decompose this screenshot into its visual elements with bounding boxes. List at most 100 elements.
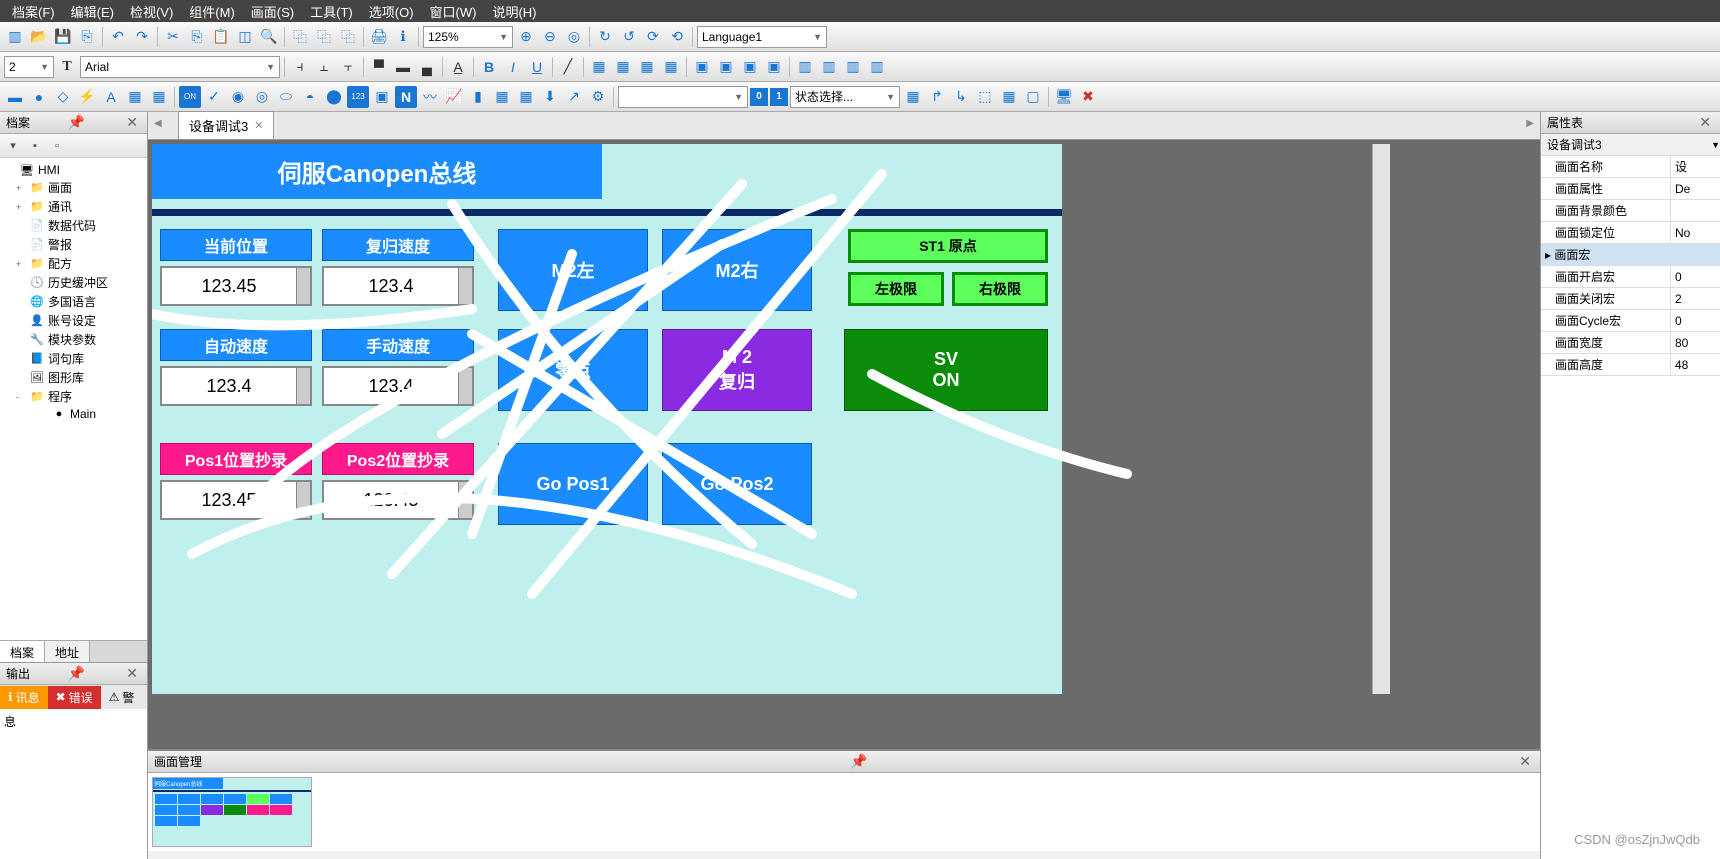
output-tab-message[interactable]: ℹ讯息	[0, 686, 48, 709]
menu-view[interactable]: 检视(V)	[122, 2, 181, 21]
project-tree[interactable]: 🖥HMI+📁画面+📁通讯📄数据代码📄警报+📁配方🕓历史缓冲区🌐多国语言👤账号设定…	[0, 158, 147, 640]
alignhr-icon[interactable]: ⫟	[337, 56, 359, 78]
comp2-icon[interactable]: ◓	[299, 86, 321, 108]
grid-icon[interactable]: ▦	[148, 86, 170, 108]
state0-icon[interactable]: 0	[750, 88, 768, 106]
fontsize-combo[interactable]: 2▼	[4, 56, 54, 78]
display-pos2[interactable]: 123.45	[322, 480, 474, 520]
btn-pos2-copy[interactable]: Pos2位置抄录	[322, 443, 474, 475]
pin-icon[interactable]: 📌	[847, 753, 870, 770]
tree-item-数据代码[interactable]: 📄数据代码	[2, 216, 145, 235]
group3-icon[interactable]: ▦	[636, 56, 658, 78]
tree-item-模块参数[interactable]: 🔧模块参数	[2, 330, 145, 349]
text-icon[interactable]: A	[100, 86, 122, 108]
t5-icon[interactable]: ▢	[1022, 86, 1044, 108]
display-pos1[interactable]: 123.45	[160, 480, 312, 520]
lightning-icon[interactable]: ⚡	[76, 86, 98, 108]
underline-icon[interactable]: U	[526, 56, 548, 78]
btn-zero[interactable]: 零点	[498, 329, 648, 411]
sync2-icon[interactable]: ⟲	[666, 26, 688, 48]
tree-item-程序[interactable]: -📁程序	[2, 387, 145, 406]
close-icon[interactable]: ✕	[1516, 753, 1534, 770]
menu-window[interactable]: 窗口(W)	[422, 2, 485, 21]
slider-icon[interactable]: ▦	[515, 86, 537, 108]
wave-icon[interactable]: 〰	[419, 86, 441, 108]
menu-option[interactable]: 选项(O)	[361, 2, 422, 21]
layer4-icon[interactable]: ▣	[763, 56, 785, 78]
bar-icon[interactable]: ▮	[467, 86, 489, 108]
display-curpos[interactable]: 123.45	[160, 266, 312, 306]
tree-tool-icon[interactable]: ▪	[26, 137, 44, 155]
duplicate-icon[interactable]: ◫	[234, 26, 256, 48]
canvas-scrollbar[interactable]	[1372, 144, 1390, 694]
undo-icon[interactable]: ↶	[107, 26, 129, 48]
zoom-combo[interactable]: 125%▼	[423, 26, 513, 48]
led2-icon[interactable]: ◎	[251, 86, 273, 108]
output-tab-error[interactable]: ✖错误	[48, 686, 101, 709]
alignh-icon[interactable]: ⫞	[289, 56, 311, 78]
sync-icon[interactable]: ⟳	[642, 26, 664, 48]
multi-icon[interactable]: ⿻	[337, 26, 359, 48]
layer2-icon[interactable]: ▣	[715, 56, 737, 78]
layer3-icon[interactable]: ▣	[739, 56, 761, 78]
menu-screen[interactable]: 画面(S)	[243, 2, 302, 21]
state-combo[interactable]: 状态选择...▼	[790, 86, 900, 108]
property-row[interactable]: ▸ 画面宏	[1541, 244, 1720, 266]
property-row[interactable]: 画面高度48	[1541, 354, 1720, 376]
tab-address[interactable]: 地址	[45, 641, 90, 662]
group4-icon[interactable]: ▦	[660, 56, 682, 78]
alignhc-icon[interactable]: ⫠	[313, 56, 335, 78]
output-tab-warn[interactable]: ⚠警	[101, 686, 143, 709]
property-row[interactable]: 画面名称设	[1541, 156, 1720, 178]
tab-nav-right-icon[interactable]: ▶	[1526, 118, 1534, 129]
menu-help[interactable]: 说明(H)	[484, 2, 544, 21]
state1-icon[interactable]: 1	[770, 88, 788, 106]
dist2-icon[interactable]: ▥	[818, 56, 840, 78]
comp4-icon[interactable]: ▣	[371, 86, 393, 108]
tree-tool2-icon[interactable]: ▫	[48, 137, 66, 155]
trend-icon[interactable]: 📈	[443, 86, 465, 108]
textcolor-icon[interactable]: A̲	[447, 56, 469, 78]
dist4-icon[interactable]: ▥	[866, 56, 888, 78]
tree-item-通讯[interactable]: +📁通讯	[2, 197, 145, 216]
screen-thumbnail[interactable]: 伺服Canopen总线	[152, 777, 312, 847]
component-combo[interactable]: ▼	[618, 86, 748, 108]
t3-icon[interactable]: ⬚	[974, 86, 996, 108]
property-row[interactable]: 画面属性De	[1541, 178, 1720, 200]
comp3-icon[interactable]: ⬤	[323, 86, 345, 108]
open-icon[interactable]: 📂	[28, 26, 50, 48]
group2-icon[interactable]: ▦	[612, 56, 634, 78]
t6-icon[interactable]: 🖥	[1053, 86, 1075, 108]
tree-item-图形库[interactable]: 🖼图形库	[2, 368, 145, 387]
layer1-icon[interactable]: ▣	[691, 56, 713, 78]
saveall-icon[interactable]: ⎘	[76, 26, 98, 48]
onoff-icon[interactable]: ON	[179, 86, 201, 108]
language-combo[interactable]: Language1▼	[697, 26, 827, 48]
dist3-icon[interactable]: ▥	[842, 56, 864, 78]
tree-item-账号设定[interactable]: 👤账号设定	[2, 311, 145, 330]
property-row[interactable]: 画面背景颜色	[1541, 200, 1720, 222]
line-icon[interactable]: ╱	[557, 56, 579, 78]
paste-icon[interactable]: 📋	[210, 26, 232, 48]
cal-icon[interactable]: ▦	[902, 86, 924, 108]
poly-icon[interactable]: ◇	[52, 86, 74, 108]
btn-go-pos2[interactable]: Go Pos2	[662, 443, 812, 525]
btn-sv-on[interactable]: SVON	[844, 329, 1048, 411]
tree-item-警报[interactable]: 📄警报	[2, 235, 145, 254]
property-row[interactable]: 画面Cycle宏0	[1541, 310, 1720, 332]
document-tab[interactable]: 设备调试3✕	[178, 111, 274, 139]
t1-icon[interactable]: ↱	[926, 86, 948, 108]
scale-icon[interactable]: ▦	[124, 86, 146, 108]
find-icon[interactable]: 🔍	[258, 26, 280, 48]
rect-icon[interactable]: ▬	[4, 86, 26, 108]
btn-pos1-copy[interactable]: Pos1位置抄录	[160, 443, 312, 475]
print-icon[interactable]: 🖨	[368, 26, 390, 48]
check-icon[interactable]: ✓	[203, 86, 225, 108]
zoomin-icon[interactable]: ⊕	[515, 26, 537, 48]
menu-file[interactable]: 档案(F)	[4, 2, 63, 21]
tree-item-配方[interactable]: +📁配方	[2, 254, 145, 273]
num-icon[interactable]: 123	[347, 86, 369, 108]
btn-go-pos1[interactable]: Go Pos1	[498, 443, 648, 525]
download-icon[interactable]: ⬇	[539, 86, 561, 108]
reload-icon[interactable]: ↺	[618, 26, 640, 48]
